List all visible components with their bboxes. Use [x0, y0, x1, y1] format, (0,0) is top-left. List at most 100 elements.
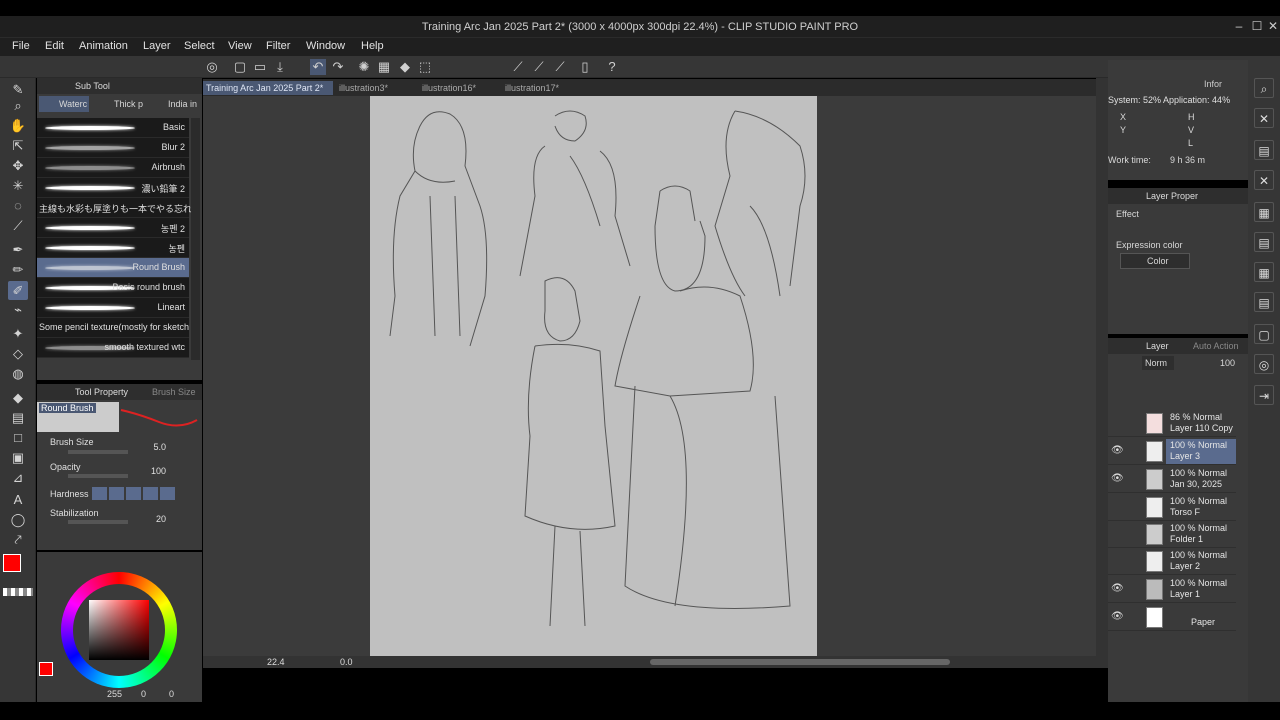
new-file-icon[interactable]: ▢ — [232, 59, 248, 75]
stabilization-slider[interactable] — [68, 520, 128, 524]
figure-icon[interactable]: □ — [8, 428, 28, 447]
menu-layer[interactable]: Layer — [143, 40, 171, 52]
opacity-value[interactable]: 100 — [151, 466, 166, 476]
expression-color-select[interactable]: Color — [1120, 253, 1190, 269]
clear-icon[interactable]: ▦ — [376, 59, 392, 75]
maximize-icon[interactable]: ☐ — [1250, 18, 1264, 34]
operation-icon[interactable]: ⇱ — [8, 136, 28, 155]
brush-item[interactable]: 濃い鉛筆 2 — [37, 178, 189, 198]
brush-icon[interactable]: ✐ — [8, 281, 28, 300]
layer-row[interactable]: 👁 Paper — [1108, 604, 1236, 631]
hardness-selector[interactable] — [92, 487, 177, 500]
save-icon[interactable]: ⤓ — [272, 59, 288, 75]
snap-icon[interactable]: ⟋ — [531, 59, 547, 75]
subtool-scrollbar[interactable] — [191, 118, 200, 360]
panel-icon[interactable]: ▤ — [1254, 140, 1274, 160]
open-file-icon[interactable]: ▭ — [252, 59, 268, 75]
zoom-icon[interactable]: ⌕ — [8, 96, 28, 115]
layer-row-selected[interactable]: 👁 100 % Normal Layer 3 — [1108, 438, 1236, 465]
menu-select[interactable]: Select — [184, 40, 215, 52]
group-tab-thick-paint[interactable]: Thick p — [95, 96, 145, 112]
panel-icon[interactable]: ▤ — [1254, 292, 1274, 312]
redo-icon[interactable]: ↷ — [330, 59, 346, 75]
panel-icon[interactable]: ⇥ — [1254, 385, 1274, 405]
undo-icon[interactable]: ↶ — [310, 59, 326, 75]
move-icon[interactable]: ✥ — [8, 156, 28, 175]
tab-training-arc[interactable]: Training Arc Jan 2025 Part 2* — [203, 81, 333, 95]
group-tab-india-ink[interactable]: India in — [149, 96, 199, 112]
group-tab-watercolor[interactable]: Waterc — [39, 96, 89, 112]
tab-illustration16[interactable]: illustration16* — [419, 81, 499, 95]
layer-row[interactable]: 👁 100 % Normal Layer 1 — [1108, 576, 1236, 603]
blend-mode-select[interactable]: Norm — [1142, 356, 1174, 370]
ruler-tool-icon[interactable]: ⊿ — [8, 468, 28, 487]
layer-row[interactable]: 100 % Normal Torso F — [1108, 494, 1236, 521]
panel-icon[interactable]: ▦ — [1254, 262, 1274, 282]
lasso-icon[interactable]: ◌ — [8, 196, 28, 215]
info-tab[interactable]: Infor — [1204, 79, 1222, 89]
brush-item[interactable]: 농펜 2 — [37, 218, 189, 238]
menu-view[interactable]: View — [228, 40, 252, 52]
correct-line-icon[interactable]: ⤤ — [8, 530, 28, 549]
brush-size-value[interactable]: 5.0 — [153, 442, 166, 452]
drawing-canvas[interactable] — [370, 96, 817, 656]
transparent-color-icon[interactable] — [3, 588, 33, 596]
saturation-value-square[interactable] — [89, 600, 149, 660]
panel-icon[interactable]: ◎ — [1254, 354, 1274, 374]
panel-icon[interactable]: ✕ — [1254, 170, 1274, 190]
deselect-icon[interactable]: ✺ — [356, 59, 372, 75]
rotation-value[interactable]: 0.0 — [340, 657, 353, 667]
brush-item[interactable]: Airbrush — [37, 158, 189, 178]
balloon-icon[interactable]: ◯ — [8, 510, 28, 529]
panel-icon[interactable]: ✕ — [1254, 108, 1274, 128]
panel-icon[interactable]: ▦ — [1254, 202, 1274, 222]
brush-item[interactable]: 主線も水彩も厚塗りも一本でやる忘れ — [37, 198, 192, 218]
menu-help[interactable]: Help — [361, 40, 384, 52]
menu-edit[interactable]: Edit — [45, 40, 64, 52]
device-icon[interactable]: ▯ — [577, 59, 593, 75]
panel-icon[interactable]: ▢ — [1254, 324, 1274, 344]
search-icon[interactable]: ⌕ — [1254, 78, 1274, 98]
main-color-mini[interactable] — [39, 662, 53, 676]
gradient-icon[interactable]: ▤ — [8, 408, 28, 427]
auto-select-icon[interactable]: ✳ — [8, 176, 28, 195]
fill-icon[interactable]: ◆ — [397, 59, 413, 75]
tab-illustration3[interactable]: illustration3* — [336, 81, 416, 95]
perspective-icon[interactable]: ⟋ — [552, 59, 568, 75]
menu-filter[interactable]: Filter — [266, 40, 290, 52]
brush-item[interactable]: smooth textured wtc — [37, 338, 189, 358]
brush-item[interactable]: Basic — [37, 118, 189, 138]
brush-item[interactable]: Basic round brush — [37, 278, 189, 298]
canvas-vertical-scrollbar[interactable] — [1096, 78, 1108, 658]
brush-item[interactable]: 농펜 — [37, 238, 189, 258]
panel-icon[interactable]: ▤ — [1254, 232, 1274, 252]
blend-icon[interactable]: ◍ — [8, 364, 28, 383]
hand-icon[interactable]: ✋ — [8, 116, 28, 135]
eyedropper-icon[interactable]: ⟋ — [8, 216, 28, 235]
opacity-slider[interactable] — [68, 474, 128, 478]
menu-file[interactable]: File — [12, 40, 30, 52]
pen-icon[interactable]: ✒ — [8, 240, 28, 259]
brush-item-selected[interactable]: Round Brush — [37, 258, 189, 278]
layer-row[interactable]: 👁 100 % Normal Jan 30, 2025 — [1108, 466, 1236, 493]
help-icon[interactable]: ? — [604, 59, 620, 75]
clip-studio-icon[interactable]: ◎ — [204, 59, 220, 75]
main-color-swatch[interactable] — [3, 554, 21, 572]
zoom-value[interactable]: 22.4 — [267, 657, 285, 667]
minimize-icon[interactable]: – — [1232, 18, 1246, 34]
brush-size-slider[interactable] — [68, 450, 128, 454]
fill-tool-icon[interactable]: ◆ — [8, 388, 28, 407]
horizontal-scrollbar[interactable] — [650, 659, 950, 665]
tab-illustration17[interactable]: illustration17* — [502, 81, 582, 95]
transform-icon[interactable]: ⬚ — [417, 59, 433, 75]
ruler-icon[interactable]: ⟋ — [510, 59, 526, 75]
layer-row[interactable]: 100 % Normal Layer 2 — [1108, 548, 1236, 575]
pencil-icon[interactable]: ✏ — [8, 260, 28, 279]
decoration-icon[interactable]: ✦ — [8, 324, 28, 343]
brush-item[interactable]: Some pencil texture(mostly for sketch — [37, 318, 189, 338]
stabilization-value[interactable]: 20 — [156, 514, 166, 524]
close-icon[interactable]: ✕ — [1266, 18, 1280, 34]
text-icon[interactable]: A — [8, 490, 28, 509]
frame-icon[interactable]: ▣ — [8, 448, 28, 467]
layer-row[interactable]: 100 % Normal Folder 1 — [1108, 521, 1236, 548]
